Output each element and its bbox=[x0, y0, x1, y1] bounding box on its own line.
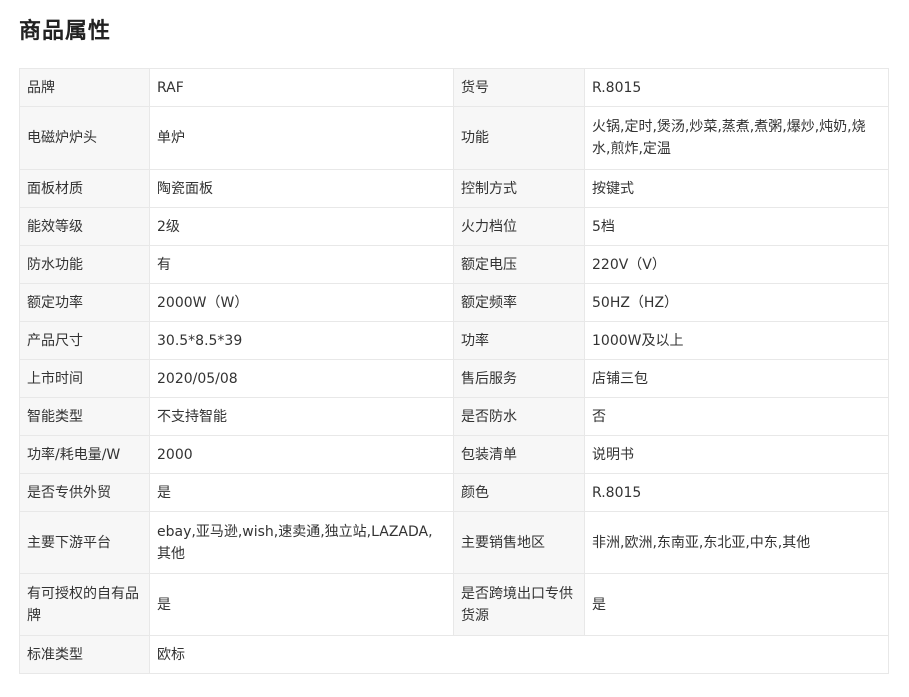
attribute-label: 面板材质 bbox=[19, 169, 150, 208]
table-row: 上市时间 2020/05/08 售后服务 店铺三包 bbox=[19, 359, 889, 398]
attribute-value: 单炉 bbox=[149, 106, 454, 170]
attribute-label: 上市时间 bbox=[19, 359, 150, 398]
table-row: 产品尺寸 30.5*8.5*39 功率 1000W及以上 bbox=[19, 321, 889, 360]
table-row: 智能类型 不支持智能 是否防水否 bbox=[19, 397, 889, 436]
attribute-label: 能效等级 bbox=[19, 207, 150, 246]
attribute-label: 是否跨境出口专供货源 bbox=[453, 573, 585, 636]
attribute-label: 品牌 bbox=[19, 68, 150, 107]
attribute-value: 有 bbox=[149, 245, 454, 284]
attribute-value: 陶瓷面板 bbox=[149, 169, 454, 208]
attribute-label: 智能类型 bbox=[19, 397, 150, 436]
attribute-label: 额定频率 bbox=[453, 283, 585, 322]
table-row: 能效等级 2级 火力档位 5档 bbox=[19, 207, 889, 246]
attribute-value: 是 bbox=[584, 573, 889, 636]
attributes-table: 品牌 RAF 货号 R.8015 电磁炉炉头 单炉 功能 火锅,定时,煲汤,炒菜,蒸煮,煮粥,… bbox=[19, 68, 889, 674]
table-row: 面板材质 陶瓷面板 控制方式 按键式 bbox=[19, 169, 889, 208]
attribute-value: 是 bbox=[149, 473, 454, 512]
attribute-label: 功率/耗电量/W bbox=[19, 435, 150, 474]
table-row: 功率/耗电量/W 2000 包装清单 说明书 bbox=[19, 435, 889, 474]
attribute-label: 是否专供外贸 bbox=[19, 473, 150, 512]
attribute-value: 220V（V） bbox=[584, 245, 889, 284]
table-row: 防水功能有额定电压 220V（V） bbox=[19, 245, 889, 284]
attribute-label: 主要销售地区 bbox=[453, 511, 585, 574]
attribute-value: R.8015 bbox=[584, 68, 889, 107]
attribute-value: 2000W（W） bbox=[149, 283, 454, 322]
attribute-label: 货号 bbox=[453, 68, 585, 107]
attribute-value: RAF bbox=[149, 68, 454, 107]
attribute-value: ebay,亚马逊,wish,速卖通,独立站,LAZADA,其他 bbox=[149, 511, 454, 574]
attribute-label: 防水功能 bbox=[19, 245, 150, 284]
attribute-value: R.8015 bbox=[584, 473, 889, 512]
attribute-value: 说明书 bbox=[584, 435, 889, 474]
table-row: 标准类型 欧标 bbox=[19, 635, 889, 674]
attribute-label: 主要下游平台 bbox=[19, 511, 150, 574]
attribute-label: 有可授权的自有品牌 bbox=[19, 573, 150, 636]
attribute-value: 店铺三包 bbox=[584, 359, 889, 398]
table-row: 是否专供外贸是颜色 R.8015 bbox=[19, 473, 889, 512]
attribute-label: 功能 bbox=[453, 106, 585, 170]
attribute-label: 额定电压 bbox=[453, 245, 585, 284]
attributes-table-body: 品牌 RAF 货号 R.8015 电磁炉炉头 单炉 功能 火锅,定时,煲汤,炒菜,蒸煮,煮粥,… bbox=[19, 68, 889, 674]
table-row: 电磁炉炉头 单炉 功能 火锅,定时,煲汤,炒菜,蒸煮,煮粥,爆炒,炖奶,烧水,煎炸,定… bbox=[19, 106, 889, 170]
attribute-value: 按键式 bbox=[584, 169, 889, 208]
attribute-label: 火力档位 bbox=[453, 207, 585, 246]
attribute-value: 不支持智能 bbox=[149, 397, 454, 436]
attribute-value: 2000 bbox=[149, 435, 454, 474]
attribute-value: 2级 bbox=[149, 207, 454, 246]
table-row: 有可授权的自有品牌是是否跨境出口专供货源是 bbox=[19, 573, 889, 636]
attribute-value: 2020/05/08 bbox=[149, 359, 454, 398]
table-row: 额定功率 2000W（W） 额定频率 50HZ（HZ） bbox=[19, 283, 889, 322]
attribute-label: 功率 bbox=[453, 321, 585, 360]
table-row: 主要下游平台 ebay,亚马逊,wish,速卖通,独立站,LAZADA,其他 主要销… bbox=[19, 511, 889, 574]
attribute-value: 1000W及以上 bbox=[584, 321, 889, 360]
attribute-value: 非洲,欧洲,东南亚,东北亚,中东,其他 bbox=[584, 511, 889, 574]
attribute-label: 包装清单 bbox=[453, 435, 585, 474]
attribute-label: 是否防水 bbox=[453, 397, 585, 436]
attribute-value: 欧标 bbox=[149, 635, 889, 674]
attribute-value: 火锅,定时,煲汤,炒菜,蒸煮,煮粥,爆炒,炖奶,烧水,煎炸,定温 bbox=[584, 106, 889, 170]
attribute-label: 售后服务 bbox=[453, 359, 585, 398]
attribute-label: 控制方式 bbox=[453, 169, 585, 208]
attribute-value: 50HZ（HZ） bbox=[584, 283, 889, 322]
attribute-value: 30.5*8.5*39 bbox=[149, 321, 454, 360]
attribute-value: 是 bbox=[149, 573, 454, 636]
attribute-value: 5档 bbox=[584, 207, 889, 246]
attribute-label: 额定功率 bbox=[19, 283, 150, 322]
table-row: 品牌 RAF 货号 R.8015 bbox=[19, 68, 889, 107]
page-title: 商品属性 bbox=[19, 19, 112, 44]
attribute-label: 颜色 bbox=[453, 473, 585, 512]
attribute-label: 标准类型 bbox=[19, 635, 150, 674]
attribute-value: 否 bbox=[584, 397, 889, 436]
attribute-label: 产品尺寸 bbox=[19, 321, 150, 360]
attribute-label: 电磁炉炉头 bbox=[19, 106, 150, 170]
